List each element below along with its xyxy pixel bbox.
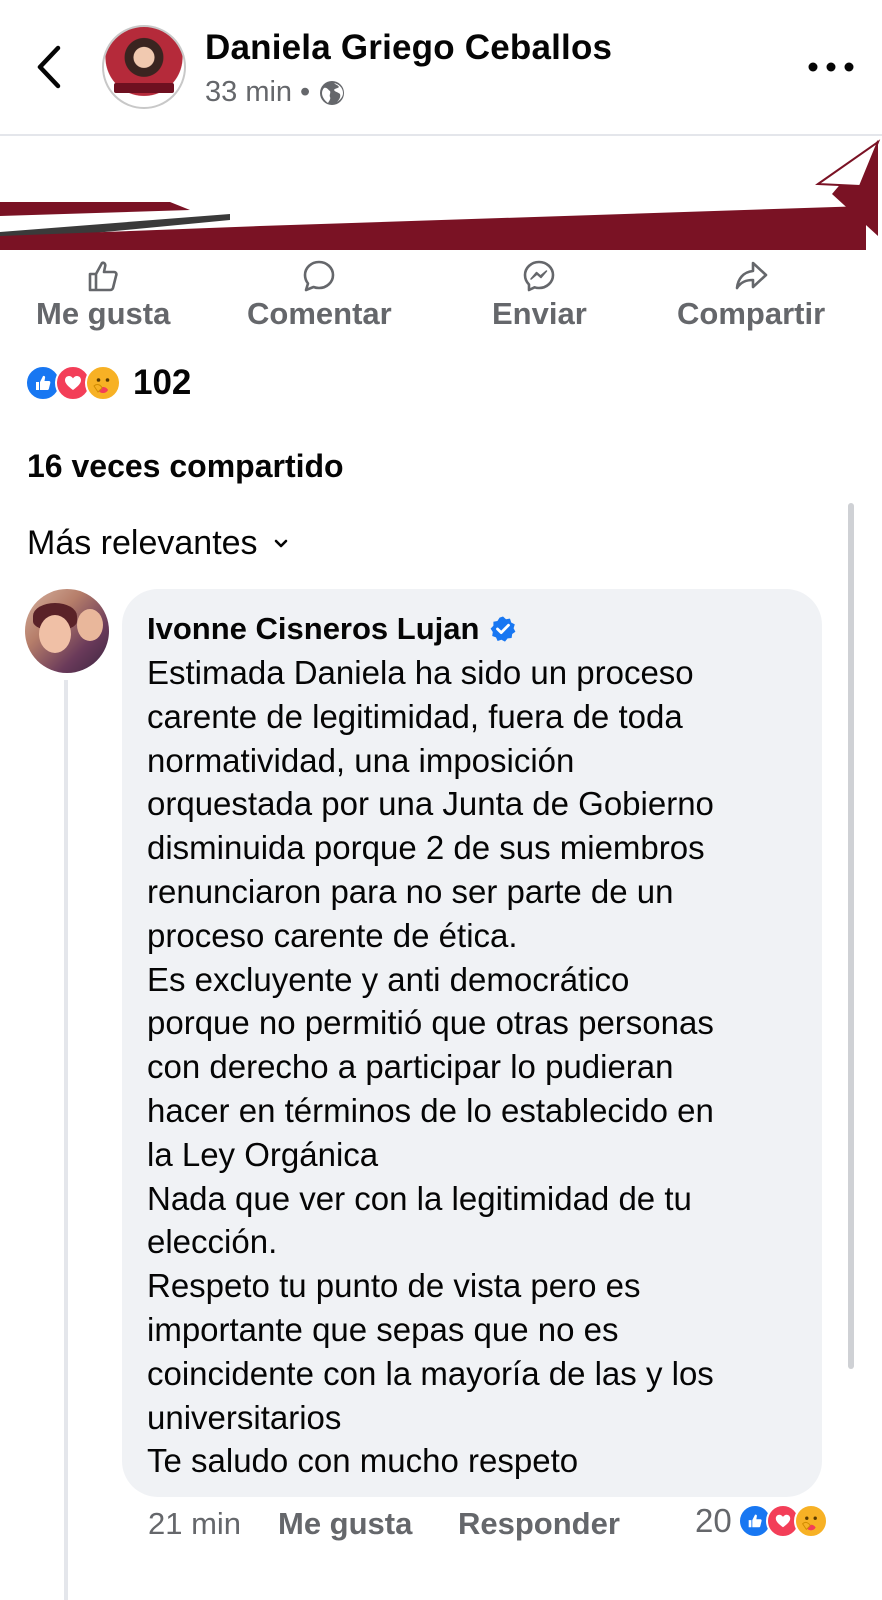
comment-line: coincidente con la mayoría de las y los [147,1354,714,1392]
comment-label: Comentar [247,296,392,331]
comment-reaction-count: 20 [695,1502,732,1539]
post-image-banner[interactable] [0,136,882,250]
like-button[interactable]: Me gusta [36,258,170,332]
commenter-name-row: Ivonne Cisneros Lujan [147,611,798,647]
chevron-left-icon [37,45,61,89]
comment-reactions[interactable]: 20 [695,1502,828,1540]
comment-line: universitarios [147,1398,342,1436]
post-action-bar: Me gusta Comentar Enviar Compartir [0,258,882,338]
share-label: Compartir [677,296,826,331]
chevron-down-icon [274,539,287,547]
commenter-name[interactable]: Ivonne Cisneros Lujan [147,611,479,647]
comment-line: orquestada por una Junta de Gobierno [147,785,714,823]
globe-icon [320,80,345,105]
share-icon [735,261,768,290]
comment-line: disminuida porque 2 de sus miembros [147,829,705,867]
commenter-avatar[interactable] [25,589,109,673]
meta-separator: • [300,76,311,108]
post-meta: 33 min • [205,76,346,109]
author-avatar[interactable] [102,25,186,109]
comment-line: renunciaron para no ser parte de un [147,872,674,910]
messenger-icon [524,260,555,292]
sort-label: Más relevantes [27,524,258,562]
comment-line: Respeto tu punto de vista pero es [147,1267,641,1305]
share-count[interactable]: 16 veces compartido [27,448,344,485]
reactions-summary[interactable]: 102 [25,363,191,403]
comment-line: elección. [147,1223,278,1261]
comment-line: con derecho a participar lo pudieran [147,1048,674,1086]
comment-line: importante que sepas que no es [147,1310,619,1348]
comment-line: normatividad, una imposición [147,741,575,779]
comment-line: Estimada Daniela ha sido un proceso [147,654,694,691]
send-button[interactable]: Enviar [492,258,587,332]
comment-button[interactable]: Comentar [247,258,392,332]
care-reaction-icon [85,365,121,401]
more-dots-icon[interactable] [806,60,856,74]
avatar-banner-graphic [114,83,174,93]
like-label: Me gusta [36,296,171,331]
post-header: Daniela Griego Ceballos 33 min • [0,0,882,136]
comment-line: Nada que ver con la legitimidad de tu [147,1179,692,1217]
avatar-second-face-shape [77,609,103,641]
comment-line: hacer en términos de lo establecido en [147,1091,714,1129]
reaction-count: 102 [133,363,192,402]
comment-line: carente de legitimidad, fuera de toda [147,697,683,735]
comment-line: proceso carente de ética. [147,916,518,954]
comment-bubble: Ivonne Cisneros Lujan Estimada Daniela h… [122,589,822,1497]
avatar-face-shape [39,615,71,653]
comment-line: porque no permitió que otras personas [147,1004,714,1042]
care-reaction-icon [793,1504,828,1538]
comment-line: Te saludo con mucho respeto [147,1442,579,1480]
back-button[interactable] [30,42,70,92]
comment-thread-line [64,680,68,1600]
comment-reply-button[interactable]: Responder [458,1506,620,1542]
comment-line: la Ley Orgánica [147,1135,379,1173]
comment-like-button[interactable]: Me gusta [278,1506,412,1542]
comment-text: Estimada Daniela ha sido un proceso care… [147,651,798,1483]
thumbs-up-icon [88,261,118,292]
scrollbar[interactable] [848,503,854,1369]
post-time[interactable]: 33 min [205,76,292,109]
comment-time[interactable]: 21 min [148,1506,241,1542]
comment-icon [304,260,335,292]
share-button[interactable]: Compartir [677,258,825,332]
send-label: Enviar [492,296,587,331]
post-author-name[interactable]: Daniela Griego Ceballos [205,28,612,68]
comment-line: Es excluyente y anti democrático [147,960,630,998]
verified-badge-icon [491,616,516,642]
comment-sort-dropdown[interactable]: Más relevantes [27,524,290,563]
